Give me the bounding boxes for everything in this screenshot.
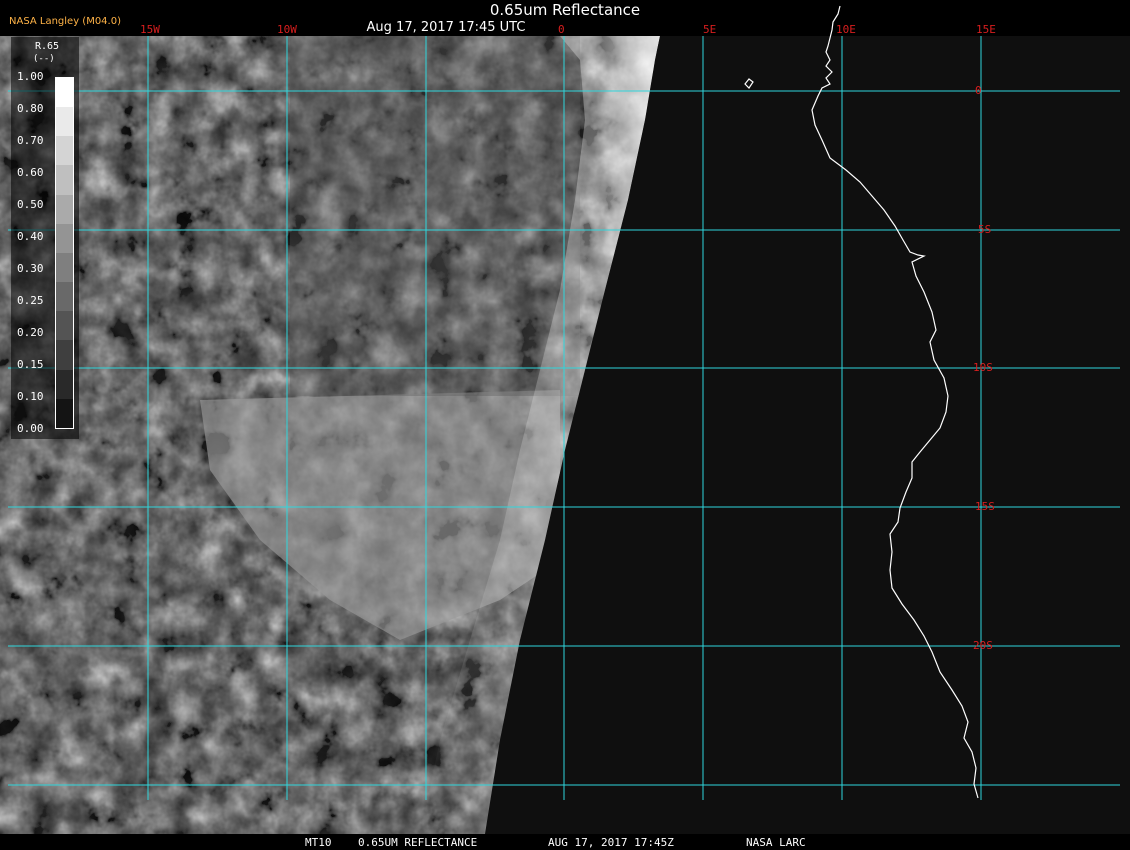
footer-datetime: AUG 17, 2017 17:45Z [548, 836, 674, 849]
legend-tick-label: 0.10 [17, 390, 44, 403]
organization-label: NASA Langley (M04.0) [9, 16, 121, 27]
legend-tick-label: 0.15 [17, 358, 44, 371]
legend-step [56, 282, 73, 312]
longitude-label: 0 [558, 23, 565, 36]
satellite-map [0, 5, 1130, 834]
legend-step [56, 340, 73, 370]
legend-step [56, 398, 73, 428]
legend-tick-label: 0.40 [17, 230, 44, 243]
latitude-label: 0 [975, 84, 982, 97]
footer-source: NASA LARC [746, 836, 806, 849]
footer-bar: MT10 0.65UM REFLECTANCE AUG 17, 2017 17:… [0, 834, 1130, 850]
legend-step [56, 252, 73, 283]
legend-tick-label: 0.25 [17, 294, 44, 307]
color-legend: R.65 (--) 1.00 0.80 0.70 0.60 0.50 0.40 0.30 0.… [11, 37, 79, 439]
legend-step [56, 223, 73, 253]
legend-step [56, 107, 73, 137]
longitude-label: 10W [277, 23, 297, 36]
legend-step [56, 165, 73, 195]
latitude-label: 20S [973, 639, 993, 652]
legend-tick-label: 0.80 [17, 102, 44, 115]
legend-units: (--) [33, 54, 55, 64]
legend-step [56, 311, 73, 341]
legend-step [56, 194, 73, 224]
longitude-label: 15E [976, 23, 996, 36]
legend-step [56, 78, 73, 108]
legend-tick-label: 1.00 [17, 70, 44, 83]
legend-tick-label: 0.70 [17, 134, 44, 147]
longitude-label: 15W [140, 23, 160, 36]
legend-title: R.65 [35, 41, 60, 52]
footer-product: 0.65UM REFLECTANCE [358, 836, 478, 849]
legend-tick-label: 0.50 [17, 198, 44, 211]
legend-step [56, 369, 73, 399]
latitude-label: 10S [973, 361, 993, 374]
footer-satellite: MT10 [305, 836, 332, 849]
longitude-label: 10E [836, 23, 856, 36]
legend-tick-label: 0.60 [17, 166, 44, 179]
latitude-label: 15S [975, 500, 995, 513]
longitude-label: 5E [703, 23, 717, 36]
latitude-label: 5S [978, 223, 992, 236]
legend-tick-label: 0.00 [17, 422, 44, 435]
legend-tick-label: 0.20 [17, 326, 44, 339]
legend-step [56, 136, 73, 166]
image-title: 0.65um Reflectance [489, 1, 641, 19]
legend-colorbar [55, 77, 74, 429]
legend-tick-label: 0.30 [17, 262, 44, 275]
image-timestamp: Aug 17, 2017 17:45 UTC [366, 20, 526, 35]
